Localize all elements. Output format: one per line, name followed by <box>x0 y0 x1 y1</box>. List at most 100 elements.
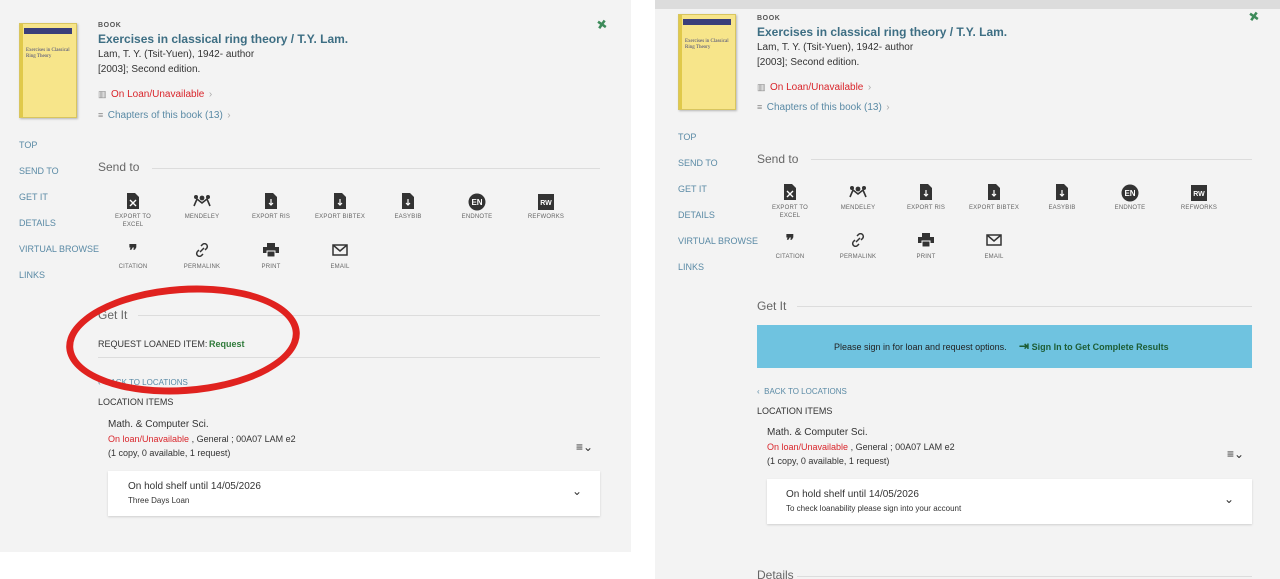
send-to-title: Send to <box>98 160 140 174</box>
quote-icon: ❞ <box>128 243 138 260</box>
email-icon <box>308 243 372 261</box>
availability-link[interactable]: ▥ On Loan/Unavailable › <box>757 77 871 95</box>
book-author[interactable]: Lam, T. Y. (Tsit-Yuen), 1942- author <box>98 49 254 60</box>
availability-status: On Loan/Unavailable <box>110 89 205 100</box>
nav-get-it[interactable]: GET IT <box>678 184 707 194</box>
nav-top[interactable]: TOP <box>678 132 696 142</box>
record-type: BOOK <box>757 15 781 22</box>
pin-icon[interactable]: ✚ <box>1244 9 1263 27</box>
mendeley-icon <box>170 193 234 211</box>
divider <box>811 159 1252 160</box>
citation-button[interactable]: ❞ CITATION <box>758 233 822 261</box>
refworks-icon: RW <box>1167 184 1231 202</box>
file-icon <box>239 193 303 211</box>
print-button[interactable]: PRINT <box>894 233 958 261</box>
details-title: Details <box>757 568 794 579</box>
email-button[interactable]: EMAIL <box>962 233 1026 261</box>
export-bibtex-button[interactable]: EXPORT BIBTEX <box>308 193 372 221</box>
easybib-button[interactable]: EASYBIB <box>1030 184 1094 212</box>
email-button[interactable]: EMAIL <box>308 243 372 271</box>
chevron-left-icon: ‹ <box>757 387 760 396</box>
location-items-label: LOCATION ITEMS <box>98 397 174 407</box>
item-card[interactable]: On hold shelf until 14/05/2026 To check … <box>767 479 1252 524</box>
chevron-down-icon[interactable]: ⌄ <box>572 484 582 498</box>
book-author[interactable]: Lam, T. Y. (Tsit-Yuen), 1942- author <box>757 42 913 53</box>
availability-link[interactable]: ▥ On Loan/Unavailable › <box>98 84 212 102</box>
get-it-title: Get It <box>757 299 787 313</box>
link-icon <box>170 242 234 261</box>
mendeley-button[interactable]: MENDELEY <box>826 184 890 212</box>
permalink-button[interactable]: PERMALINK <box>170 242 234 271</box>
list-icon: ≡ <box>98 110 104 120</box>
mendeley-button[interactable]: MENDELEY <box>170 193 234 221</box>
nav-send-to[interactable]: SEND TO <box>678 158 718 168</box>
nav-get-it[interactable]: GET IT <box>19 192 48 202</box>
svg-text:RW: RW <box>1193 191 1205 198</box>
svg-text:RW: RW <box>540 200 552 207</box>
pin-icon[interactable]: ✚ <box>592 15 611 34</box>
item-card[interactable]: On hold shelf until 14/05/2026 Three Day… <box>108 471 600 516</box>
export-excel-button[interactable]: EXPORT TO EXCEL <box>101 193 165 229</box>
nav-details[interactable]: DETAILS <box>678 210 715 220</box>
chevron-right-icon: › <box>227 110 231 121</box>
book-edition: [2003]; Second edition. <box>757 57 860 68</box>
library-name: Math. & Computer Sci. <box>767 427 868 438</box>
book-icon: ▥ <box>757 82 766 92</box>
chapters-link[interactable]: ≡ Chapters of this book (13) › <box>98 105 231 123</box>
nav-virtual-browse[interactable]: VIRTUAL BROWSE <box>678 236 758 246</box>
nav-links[interactable]: LINKS <box>678 262 704 272</box>
sort-filter-icon[interactable]: ≡⌄ <box>576 440 593 454</box>
email-icon <box>962 233 1026 251</box>
sign-in-icon: ⇥ <box>1019 339 1030 353</box>
nav-virtual-browse[interactable]: VIRTUAL BROWSE <box>19 244 99 254</box>
export-bibtex-button[interactable]: EXPORT BIBTEX <box>962 184 1026 212</box>
availability-status: On Loan/Unavailable <box>769 82 864 93</box>
location-status: On loan/Unavailable , General ; 00A07 LA… <box>108 434 296 444</box>
book-cover[interactable]: Exercises in Classical Ring Theory <box>678 14 736 110</box>
nav-details[interactable]: DETAILS <box>19 218 56 228</box>
endnote-button[interactable]: EN ENDNOTE <box>1098 184 1162 212</box>
signin-banner: Please sign in for loan and request opti… <box>757 325 1252 368</box>
endnote-button[interactable]: EN ENDNOTE <box>445 193 509 221</box>
back-to-locations-link[interactable]: ‹ BACK TO LOCATIONS <box>757 381 847 399</box>
file-icon <box>1030 184 1094 202</box>
chevron-down-icon[interactable]: ⌄ <box>1224 492 1234 506</box>
excel-icon <box>758 184 822 202</box>
file-icon <box>308 193 372 211</box>
file-icon <box>894 184 958 202</box>
nav-links[interactable]: LINKS <box>19 270 45 280</box>
sort-filter-icon[interactable]: ≡⌄ <box>1227 447 1244 461</box>
export-excel-button[interactable]: EXPORT TO EXCEL <box>758 184 822 220</box>
divider <box>797 576 1252 577</box>
book-title[interactable]: Exercises in classical ring theory / T.Y… <box>98 32 348 46</box>
chapters-link[interactable]: ≡ Chapters of this book (13) › <box>757 97 890 115</box>
book-title[interactable]: Exercises in classical ring theory / T.Y… <box>757 25 1007 39</box>
refworks-button[interactable]: RW REFWORKS <box>514 193 578 221</box>
print-button[interactable]: PRINT <box>239 243 303 271</box>
loan-type: Three Days Loan <box>128 496 190 505</box>
permalink-button[interactable]: PERMALINK <box>826 232 890 261</box>
nav-top[interactable]: TOP <box>19 140 37 150</box>
file-icon <box>962 184 1026 202</box>
copy-count: (1 copy, 0 available, 1 request) <box>767 456 890 466</box>
link-icon <box>826 232 890 251</box>
nav-send-to[interactable]: SEND TO <box>19 166 59 176</box>
refworks-button[interactable]: RW REFWORKS <box>1167 184 1231 212</box>
citation-button[interactable]: ❞ CITATION <box>101 243 165 271</box>
export-ris-button[interactable]: EXPORT RIS <box>894 184 958 212</box>
book-cover[interactable]: Exercises in Classical Ring Theory <box>19 23 77 118</box>
signin-message: Please sign in for loan and request opti… <box>834 342 1007 352</box>
easybib-button[interactable]: EASYBIB <box>376 193 440 221</box>
book-edition: [2003]; Second edition. <box>98 64 201 75</box>
export-ris-button[interactable]: EXPORT RIS <box>239 193 303 221</box>
left-screenshot-panel: Exercises in Classical Ring Theory BOOK … <box>0 0 631 552</box>
book-icon: ▥ <box>98 89 107 99</box>
quote-icon: ❞ <box>785 233 795 250</box>
chapters-label: Chapters of this book (13) <box>107 110 223 121</box>
svg-text:EN: EN <box>471 198 482 207</box>
location-items-label: LOCATION ITEMS <box>757 406 833 416</box>
chevron-right-icon: › <box>886 102 890 113</box>
signin-link[interactable]: ⇥ Sign In to Get Complete Results <box>1019 339 1169 353</box>
refworks-icon: RW <box>514 193 578 211</box>
copy-count: (1 copy, 0 available, 1 request) <box>108 448 231 458</box>
